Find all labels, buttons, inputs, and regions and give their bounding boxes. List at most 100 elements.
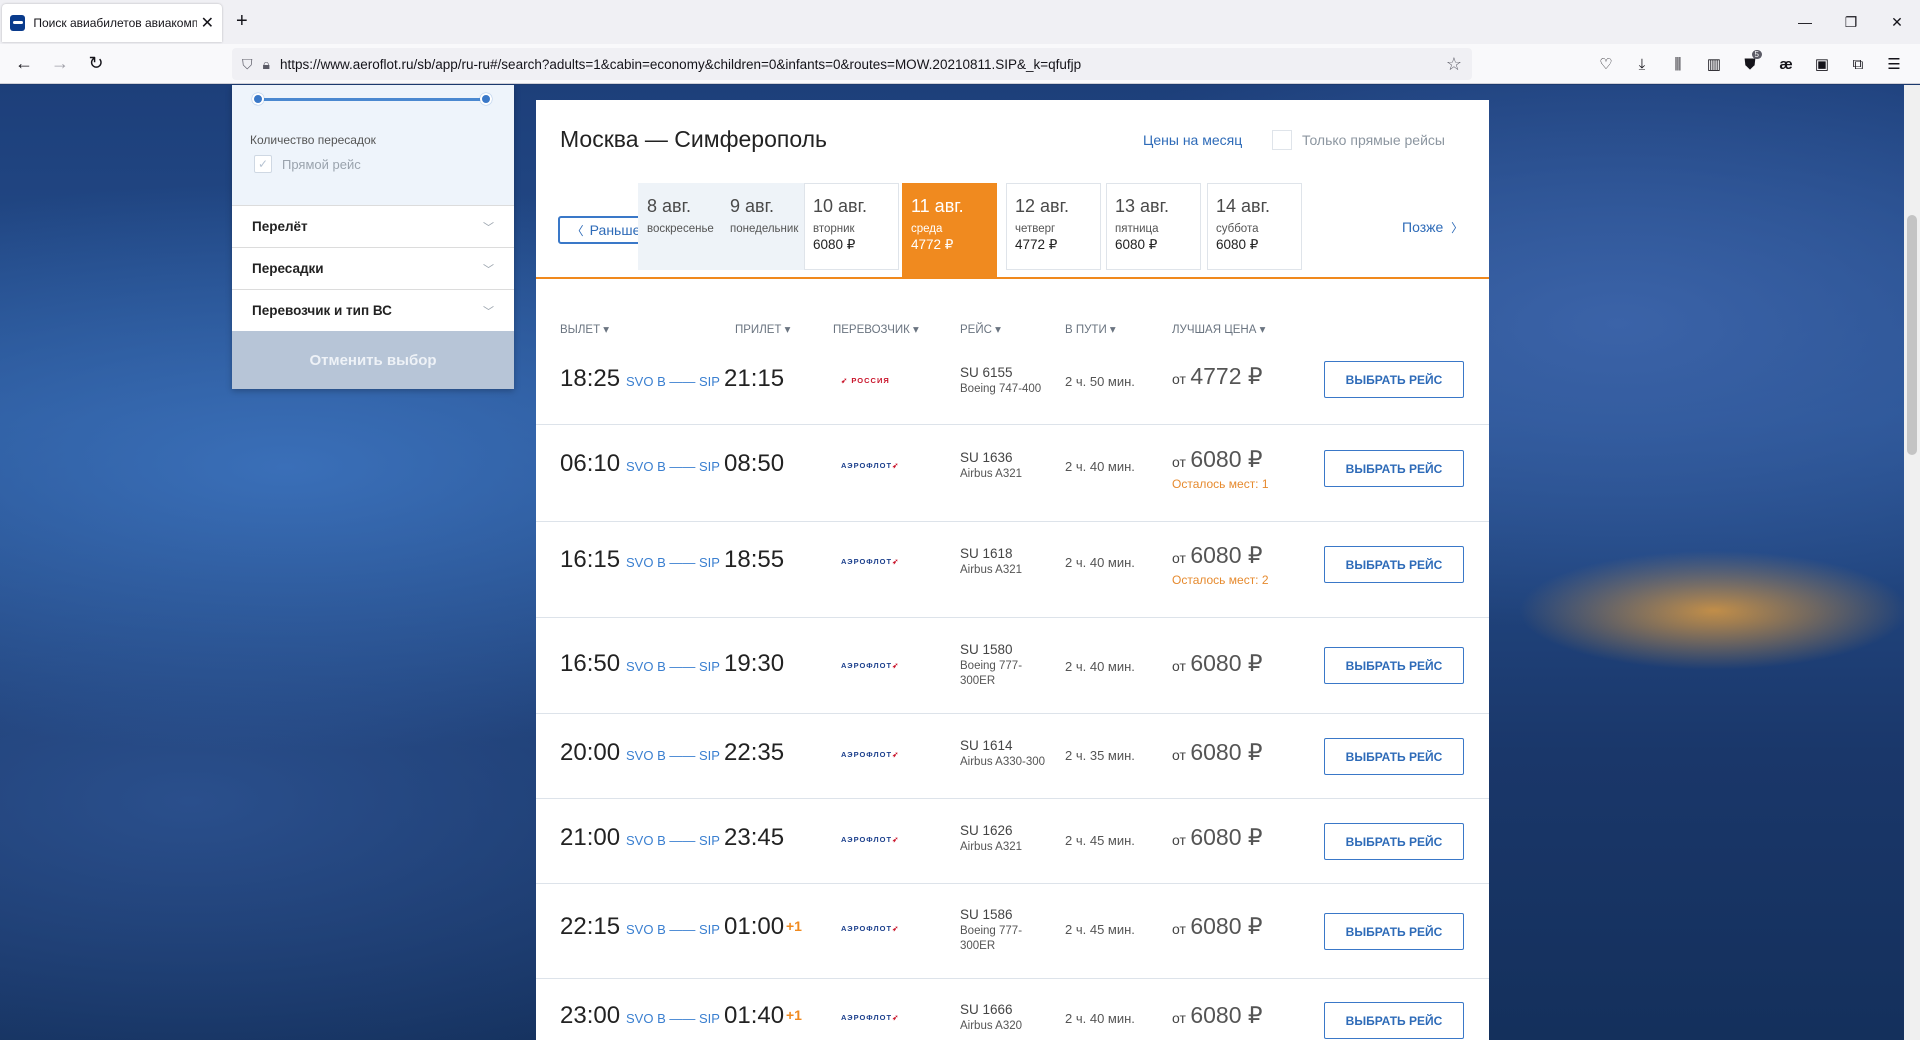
date-card-selected[interactable]: 11 авг. среда 4772 ₽ [902,183,997,278]
downloads-icon[interactable]: ⤓ [1624,48,1660,80]
select-flight-button[interactable]: ВЫБРАТЬ РЕЙС [1324,450,1464,487]
flight-duration: 2 ч. 50 мин. [1065,374,1135,389]
extension-ae-icon[interactable]: æ [1768,48,1804,80]
sort-flight[interactable]: РЕЙС ▾ [960,322,1001,336]
price-block: от 6080 ₽ [1172,650,1263,677]
price-value: 6080 ₽ [1190,913,1263,939]
minimize-button[interactable]: — [1782,0,1828,44]
filter-flight[interactable]: Перелёт ﹀ [232,205,514,247]
reload-button[interactable]: ↻ [78,48,114,80]
flight-number: SU 1636 [960,450,1013,465]
forward-button[interactable]: → [42,48,78,80]
flight-row: 23:00 SVO B —— SIP 01:40 +1 АЭРОФЛОТ➶ SU… [536,979,1489,1040]
flight-row: 20:00 SVO B —— SIP 22:35 АЭРОФЛОТ➶ SU 16… [536,714,1489,799]
sort-departure[interactable]: ВЫЛЕТ ▾ [560,322,609,336]
extensions-puzzle-icon[interactable]: ⧉ [1840,48,1876,80]
select-flight-button[interactable]: ВЫБРАТЬ РЕЙС [1324,913,1464,950]
date-card[interactable]: 12 авг. четверг 4772 ₽ [1006,183,1101,270]
aeroflot-logo-icon: АЭРОФЛОТ➶ [841,750,900,759]
scrollbar-thumb[interactable] [1907,215,1917,455]
flight-duration: 2 ч. 40 мин. [1065,459,1135,474]
date-card[interactable]: 13 авг. пятница 6080 ₽ [1106,183,1201,270]
select-flight-button[interactable]: ВЫБРАТЬ РЕЙС [1324,647,1464,684]
arrival-time: 08:50 [724,450,785,477]
direct-only-checkbox[interactable]: Только прямые рейсы [1272,130,1445,150]
aeroflot-logo-icon: АЭРОФЛОТ➶ [841,924,900,933]
route-title: Москва — Симферополь [560,126,828,152]
menu-hamburger-icon[interactable]: ☰ [1876,48,1912,80]
extension-image-icon[interactable]: ▣ [1804,48,1840,80]
select-flight-button[interactable]: ВЫБРАТЬ РЕЙС [1324,1002,1464,1039]
sort-price[interactable]: ЛУЧШАЯ ЦЕНА ▾ [1172,322,1265,336]
flight-number: SU 1666 [960,1002,1013,1017]
date-card[interactable]: 10 авг. вторник 6080 ₽ [804,183,899,270]
route-airports: SVO B —— SIP [626,1011,720,1026]
filter-transfers[interactable]: Пересадки ﹀ [232,247,514,289]
arrival-time: 18:55 [724,546,785,573]
date-day: 14 авг. [1216,196,1270,216]
date-price: 4772 ₽ [911,237,954,252]
sort-carrier[interactable]: ПЕРЕВОЗЧИК ▾ [833,322,919,336]
flight-number: SU 1626 [960,823,1013,838]
select-flight-button[interactable]: ВЫБРАТЬ РЕЙС [1324,823,1464,860]
tracking-protection-icon[interactable]: ⛉ [242,56,253,73]
flight-number: SU 1618 [960,546,1013,561]
ublock-icon[interactable]: ⛊ 5 [1732,48,1768,80]
range-slider-min-handle[interactable] [252,93,264,105]
price-from: от [1172,454,1186,470]
flight-duration: 2 ч. 40 мин. [1065,555,1135,570]
restore-button[interactable]: ❐ [1828,0,1874,44]
range-slider-track[interactable] [258,98,488,101]
sort-arrival[interactable]: ПРИЛЕТ ▾ [735,322,790,336]
chevron-down-icon: ﹀ [483,221,494,234]
arrival-time: 01:00 [724,913,785,940]
carrier-name: АЭРОФЛОТ [841,1013,893,1022]
flight-duration: 2 ч. 45 мин. [1065,922,1135,937]
filter-carrier[interactable]: Перевозчик и тип ВС ﹀ [232,289,514,331]
date-card[interactable]: 9 авг. понедельник [721,183,816,270]
sort-duration[interactable]: В ПУТИ ▾ [1065,322,1116,336]
price-value: 6080 ₽ [1190,824,1263,850]
aircraft-type: Airbus A320 [960,1020,1023,1032]
close-window-button[interactable]: ✕ [1874,0,1920,44]
sidebar-icon[interactable]: ▥ [1696,48,1732,80]
back-button[interactable]: ← [6,48,42,80]
arrival-time: 01:40 [724,1002,785,1029]
pocket-icon[interactable]: ♡ [1588,48,1624,80]
date-card[interactable]: 14 авг. суббота 6080 ₽ [1207,183,1302,270]
date-card[interactable]: 8 авг. воскресенье [638,183,733,270]
library-icon[interactable]: ⫼ [1660,48,1696,80]
bookmark-star-icon[interactable]: ☆ [1446,54,1462,75]
select-flight-button[interactable]: ВЫБРАТЬ РЕЙС [1324,546,1464,583]
lock-icon[interactable]: 🔒︎ [263,56,270,73]
reset-filters-button[interactable]: Отменить выбор [232,331,514,389]
dates-divider [536,277,1489,279]
browser-tab[interactable]: Поиск авиабилетов авиакомпании ✕ [2,4,222,42]
ublock-badge: 5 [1751,50,1762,59]
close-tab-icon[interactable]: ✕ [201,13,214,33]
month-prices-link[interactable]: Цены на месяц [1143,132,1242,148]
departure-time: 21:00 [560,824,621,851]
route-airports: SVO B —— SIP [626,833,720,848]
select-flight-button[interactable]: ВЫБРАТЬ РЕЙС [1324,738,1464,775]
price-value: 6080 ₽ [1190,1002,1263,1028]
aircraft-type: Boeing 777-300ER [960,660,1023,687]
price-block: от 6080 ₽ [1172,739,1263,766]
earlier-label: Раньше [589,222,641,238]
price-block: от 6080 ₽ [1172,824,1263,851]
new-tab-button[interactable]: + [236,10,248,33]
direct-flight-checkbox[interactable]: ✓ Прямой рейс [254,155,361,173]
date-day: 13 авг. [1115,196,1169,216]
page-scrollbar[interactable] [1904,85,1920,1040]
url-text[interactable]: https://www.aeroflot.ru/sb/app/ru-ru#/se… [280,57,1446,72]
next-day-indicator: +1 [786,1007,802,1023]
select-flight-button[interactable]: ВЫБРАТЬ РЕЙС [1324,361,1464,398]
range-slider-max-handle[interactable] [480,93,492,105]
later-dates-button[interactable]: Позже 〉 [1402,219,1463,236]
route-airports: SVO B —— SIP [626,555,720,570]
date-weekday: пятница [1115,223,1159,235]
aircraft-type: Airbus A321 [960,564,1023,576]
url-bar[interactable]: ⛉ 🔒︎ https://www.aeroflot.ru/sb/app/ru-r… [232,48,1472,80]
date-day: 10 авг. [813,196,867,216]
chevron-down-icon: ﹀ [483,305,494,318]
